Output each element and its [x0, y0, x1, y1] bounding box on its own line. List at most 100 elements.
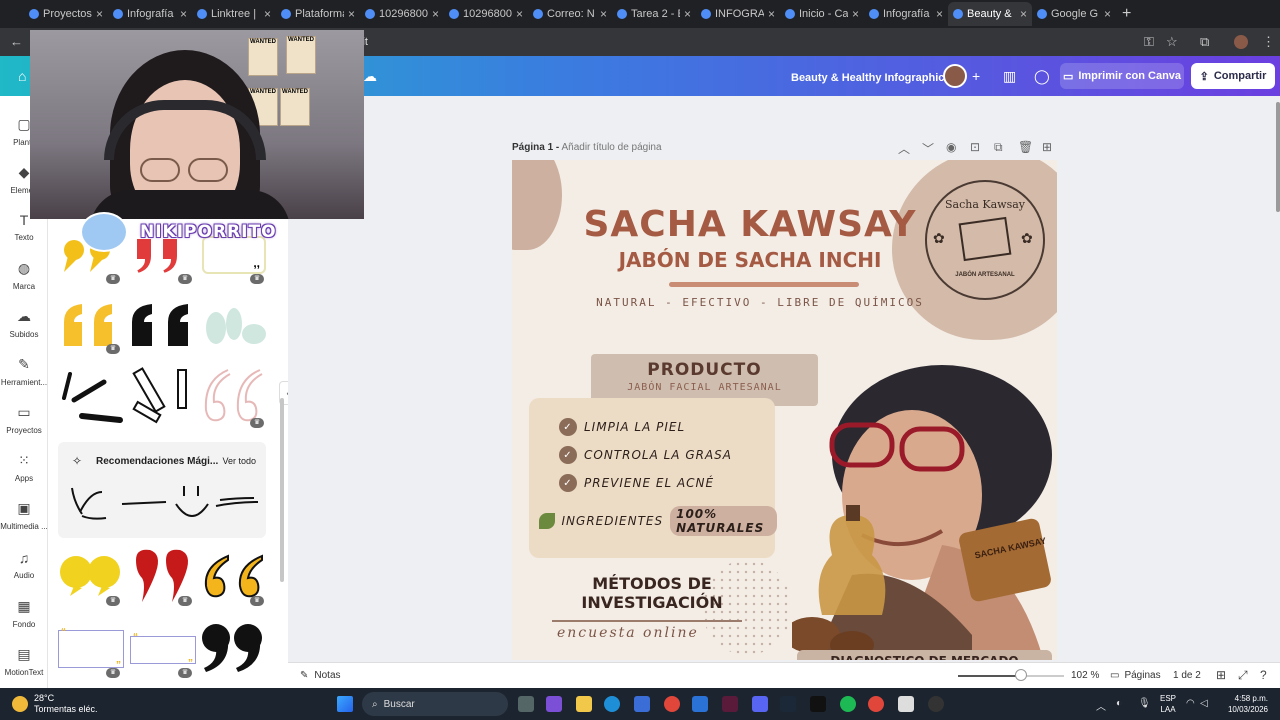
methods-title[interactable]: MÉTODOS DE INVESTIGACIÓN	[552, 574, 752, 612]
move-page-up-icon[interactable]: ︿	[898, 140, 910, 157]
delete-page-icon[interactable]: 🗑	[1018, 140, 1033, 154]
move-page-down-icon[interactable]: ﹀	[922, 140, 934, 157]
print-with-canva-button[interactable]: ▭ Imprimir con Canva	[1060, 63, 1184, 89]
add-collaborator-icon[interactable]: +	[972, 68, 980, 84]
zoom-level[interactable]: 102 %	[1071, 670, 1099, 681]
zoom-slider-handle[interactable]	[1015, 669, 1027, 681]
browser-tab[interactable]: 10296800 ×	[360, 2, 444, 26]
steam-icon[interactable]	[780, 696, 796, 712]
browser-tab[interactable]: Plataforma ×	[276, 2, 360, 26]
rail-item-audio[interactable]: ♫ Audio	[0, 550, 48, 580]
diagnosis-heading[interactable]: DIAGNOSTICO DE MERCADO	[797, 650, 1052, 660]
sticker-quote-box-thin[interactable]: “ ”	[130, 632, 196, 669]
wifi-icon[interactable]: ◠	[1186, 698, 1195, 709]
grid-view-icon[interactable]: ⊞	[1216, 668, 1226, 682]
sticker-black-quotes[interactable]	[130, 302, 196, 350]
recommended-stroke-stickers[interactable]	[66, 482, 262, 526]
benefits-panel[interactable]: ✓ LIMPIA LA PIEL ✓ CONTROLA LA GRASA ✓ PREVIE…	[529, 398, 777, 558]
sticker-mint-leaves[interactable]	[202, 302, 268, 350]
browser-tab[interactable]: INFOGRA ×	[696, 2, 780, 26]
rail-item-apps[interactable]: ⁙ Apps	[0, 452, 48, 483]
tab-close-icon[interactable]: ×	[768, 7, 775, 21]
rail-item-subidos[interactable]: ☁ Subidos	[0, 308, 48, 339]
sticker-outline-strokes[interactable]	[130, 364, 196, 426]
rail-item-marca[interactable]: ◍ Marca	[0, 260, 48, 291]
sticker-yellow-outline-quotes[interactable]	[200, 552, 268, 600]
windows-start-icon[interactable]	[337, 696, 353, 712]
sticker-yellow-quotes-large[interactable]	[60, 302, 124, 350]
panel-scrollbar[interactable]	[280, 398, 284, 582]
tab-close-icon[interactable]: ×	[180, 7, 187, 21]
design-canvas[interactable]: SACHA KAWSAY JABÓN DE SACHA INCHI NATURA…	[512, 160, 1057, 660]
duplicate-page-icon[interactable]: ⧉	[994, 140, 1003, 155]
edge-icon[interactable]	[604, 696, 620, 712]
tab-close-icon[interactable]: ×	[684, 7, 691, 21]
tab-close-icon[interactable]: ×	[516, 7, 523, 21]
store-icon[interactable]	[634, 696, 650, 712]
rail-item-proyectos[interactable]: ▭ Proyectos	[0, 404, 48, 435]
tab-close-icon[interactable]: ×	[600, 7, 607, 21]
bookmark-star-icon[interactable]: ☆	[1166, 34, 1178, 50]
browser-tab[interactable]: Google G ×	[1032, 2, 1116, 26]
microphone-icon[interactable]: 🎙	[1138, 698, 1151, 709]
taskbar-search[interactable]: ⌕ Buscar	[362, 692, 508, 716]
pages-button[interactable]: ▭ Páginas	[1110, 670, 1161, 681]
browser-tab[interactable]: Proyectos ×	[24, 2, 108, 26]
sticker-quote-box-purple[interactable]: “ ”	[58, 627, 124, 671]
chrome-profile-icon[interactable]	[868, 696, 884, 712]
extensions-icon[interactable]: ⧉	[1200, 34, 1209, 50]
tab-close-icon[interactable]: ×	[264, 7, 271, 21]
add-page-icon[interactable]: ⊞	[1042, 140, 1052, 154]
workspace-scrollbar[interactable]	[1276, 102, 1280, 212]
browser-tab[interactable]: 10296800 ×	[444, 2, 528, 26]
share-button[interactable]: ⇪ Compartir	[1191, 63, 1275, 89]
input-language[interactable]: ESP LAA	[1160, 693, 1176, 715]
task-view-icon[interactable]	[518, 696, 534, 712]
tab-close-icon[interactable]: ×	[348, 7, 355, 21]
browser-tab[interactable]: Correo: N ×	[528, 2, 612, 26]
analytics-icon[interactable]: ▥	[1003, 68, 1016, 85]
tagline[interactable]: NATURAL - EFECTIVO - LIBRE DE QUÍMICOS	[512, 296, 1008, 309]
lock-page-icon[interactable]: ⊡	[970, 140, 980, 154]
brand-subtitle[interactable]: JABÓN DE SACHA INCHI	[512, 248, 988, 272]
zoom-slider[interactable]	[958, 675, 1064, 677]
notes-button[interactable]: ✎ Notas	[300, 670, 341, 681]
hide-page-icon[interactable]: ◉	[946, 140, 956, 154]
brand-title[interactable]: SACHA KAWSAY	[512, 204, 988, 245]
discord-icon[interactable]	[752, 696, 768, 712]
tab-close-icon[interactable]: ×	[1020, 7, 1027, 21]
file-explorer-icon[interactable]	[576, 696, 592, 712]
home-icon[interactable]: ⌂	[18, 68, 26, 84]
browser-tab[interactable]: Linktree | E ×	[192, 2, 276, 26]
browser-tab[interactable]: Inicio - Ca ×	[780, 2, 864, 26]
tab-close-icon[interactable]: ×	[96, 7, 103, 21]
tiktok-icon[interactable]	[810, 696, 826, 712]
app-icon[interactable]	[722, 696, 738, 712]
obs-icon[interactable]	[928, 696, 944, 712]
add-page-title-input[interactable]: Añadir título de página	[561, 142, 661, 153]
volume-icon[interactable]: ◁	[1200, 698, 1208, 709]
tab-close-icon[interactable]: ×	[852, 7, 859, 21]
tab-close-icon[interactable]: ×	[432, 7, 439, 21]
help-icon[interactable]: ?	[1260, 668, 1267, 682]
browser-tab[interactable]: Infografía ×	[864, 2, 948, 26]
brand-logo-seal[interactable]: Sacha Kawsay ✿ ✿ JABÓN ARTESANAL	[925, 180, 1045, 300]
outlook-icon[interactable]	[692, 696, 708, 712]
rail-item-fondo[interactable]: ▦ Fondo	[0, 598, 48, 629]
woman-portrait-photo[interactable]: SACHA KAWSAY	[784, 345, 1057, 660]
see-all-link[interactable]: Ver todo	[222, 456, 256, 466]
browser-tab[interactable]: Tarea 2 - E ×	[612, 2, 696, 26]
browser-tab[interactable]: Infografía ×	[108, 2, 192, 26]
browser-tab[interactable]: Beauty & ×	[948, 2, 1032, 26]
sticker-yellow-bubble-quotes[interactable]	[58, 550, 124, 598]
copilot-icon[interactable]	[546, 696, 562, 712]
fullscreen-icon[interactable]: ⤢	[1238, 668, 1248, 683]
spotify-icon[interactable]	[840, 696, 856, 712]
sticker-black-strokes[interactable]	[58, 368, 124, 428]
survey-label[interactable]: encuesta online	[557, 625, 757, 641]
tray-chevron-icon[interactable]: ︿	[1096, 698, 1106, 713]
rail-item-herramient[interactable]: ✎ Herramient...	[0, 356, 48, 387]
tray-app-icon[interactable]: ◐	[1116, 698, 1122, 709]
new-tab-icon[interactable]: +	[1122, 5, 1131, 23]
user-avatar[interactable]	[943, 64, 967, 88]
